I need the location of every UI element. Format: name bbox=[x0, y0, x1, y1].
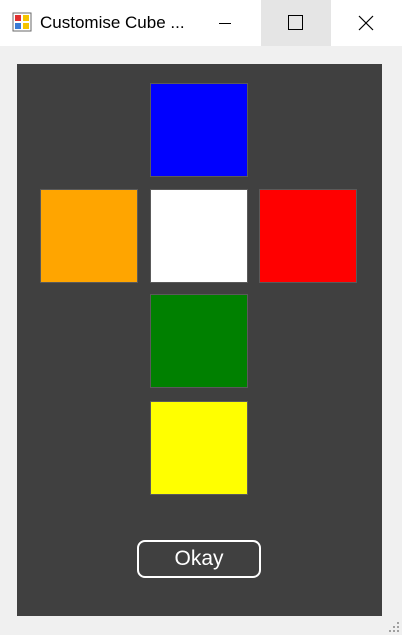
face-front-swatch[interactable] bbox=[150, 189, 248, 283]
face-top-swatch[interactable] bbox=[150, 83, 248, 177]
close-button[interactable] bbox=[331, 0, 401, 46]
face-bottom-swatch[interactable] bbox=[150, 294, 248, 388]
okay-button[interactable]: Okay bbox=[137, 540, 261, 578]
maximize-button[interactable] bbox=[261, 0, 331, 46]
app-cube-icon bbox=[12, 12, 32, 32]
face-back-swatch[interactable] bbox=[150, 401, 248, 495]
maximize-icon bbox=[288, 15, 303, 30]
resize-grip-icon[interactable] bbox=[388, 621, 400, 633]
minimize-icon bbox=[219, 23, 231, 24]
face-left-swatch[interactable] bbox=[40, 189, 138, 283]
face-right-swatch[interactable] bbox=[259, 189, 357, 283]
close-icon bbox=[358, 15, 374, 31]
minimize-button[interactable] bbox=[190, 0, 260, 46]
title-bar[interactable]: Customise Cube ... bbox=[0, 0, 402, 46]
window-title: Customise Cube ... bbox=[40, 13, 185, 32]
